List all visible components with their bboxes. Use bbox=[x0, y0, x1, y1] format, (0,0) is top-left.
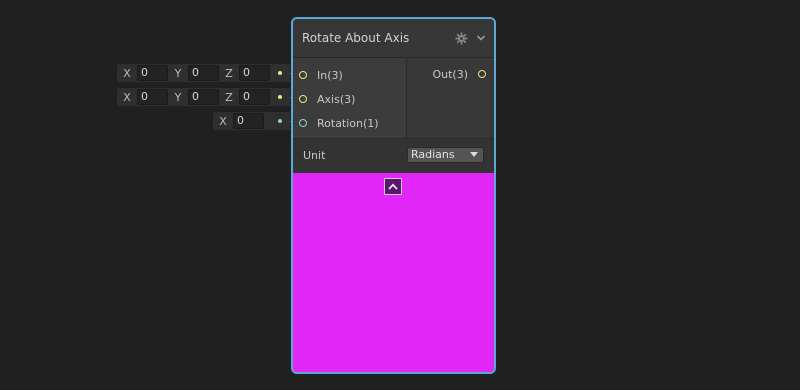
axis-connector-dot bbox=[278, 95, 282, 99]
collapse-preview-button[interactable] bbox=[384, 178, 402, 195]
y-label: Y bbox=[174, 66, 182, 80]
y-label: Y bbox=[174, 90, 182, 104]
graph-canvas[interactable]: X Y Z X Y Z X Rotate About Axis bbox=[0, 0, 800, 390]
port-in[interactable]: In(3) bbox=[299, 65, 343, 85]
port-out-connector[interactable] bbox=[478, 70, 486, 78]
in-y-input[interactable] bbox=[188, 65, 219, 81]
port-out-label: Out(3) bbox=[432, 67, 468, 81]
unit-label: Unit bbox=[303, 149, 326, 162]
gear-icon[interactable] bbox=[455, 32, 468, 45]
port-axis-connector[interactable] bbox=[299, 95, 307, 103]
axis-default-field: X Y Z bbox=[117, 88, 303, 106]
axis-x-input[interactable] bbox=[137, 89, 168, 105]
chevron-up-icon bbox=[388, 183, 398, 190]
rotation-default-field: X bbox=[213, 112, 303, 130]
rotate-about-axis-node[interactable]: Rotate About Axis In(3) Axis(3) Rotation… bbox=[291, 17, 496, 374]
x-label: X bbox=[123, 66, 131, 80]
x-label: X bbox=[219, 114, 227, 128]
rotation-x-input[interactable] bbox=[233, 113, 264, 129]
unit-selected-value: Radians bbox=[411, 148, 455, 161]
output-ports: Out(3) bbox=[407, 58, 494, 138]
unit-dropdown[interactable]: Radians bbox=[407, 147, 484, 163]
port-rotation-connector[interactable] bbox=[299, 119, 307, 127]
axis-y-input[interactable] bbox=[188, 89, 219, 105]
port-out[interactable]: Out(3) bbox=[432, 64, 486, 84]
chevron-down-icon[interactable] bbox=[476, 34, 486, 42]
port-rotation-label: Rotation(1) bbox=[317, 116, 379, 130]
port-axis-label: Axis(3) bbox=[317, 92, 356, 106]
dropdown-arrow-icon bbox=[470, 152, 478, 157]
in-connector-dot bbox=[278, 71, 282, 75]
node-header[interactable]: Rotate About Axis bbox=[293, 19, 494, 58]
port-in-connector[interactable] bbox=[299, 71, 307, 79]
axis-z-input[interactable] bbox=[239, 89, 270, 105]
port-in-label: In(3) bbox=[317, 68, 343, 82]
z-label: Z bbox=[225, 66, 233, 80]
input-ports: In(3) Axis(3) Rotation(1) bbox=[293, 58, 407, 138]
node-title: Rotate About Axis bbox=[302, 31, 410, 45]
in-default-field: X Y Z bbox=[117, 64, 303, 82]
x-label: X bbox=[123, 90, 131, 104]
in-x-input[interactable] bbox=[137, 65, 168, 81]
in-z-input[interactable] bbox=[239, 65, 270, 81]
z-label: Z bbox=[225, 90, 233, 104]
unit-setting: Unit Radians bbox=[293, 138, 494, 174]
ports-area: In(3) Axis(3) Rotation(1) Out(3) bbox=[293, 58, 494, 138]
node-preview bbox=[293, 173, 494, 372]
rotation-connector-dot bbox=[278, 119, 282, 123]
port-rotation[interactable]: Rotation(1) bbox=[299, 113, 379, 133]
port-axis[interactable]: Axis(3) bbox=[299, 89, 355, 109]
